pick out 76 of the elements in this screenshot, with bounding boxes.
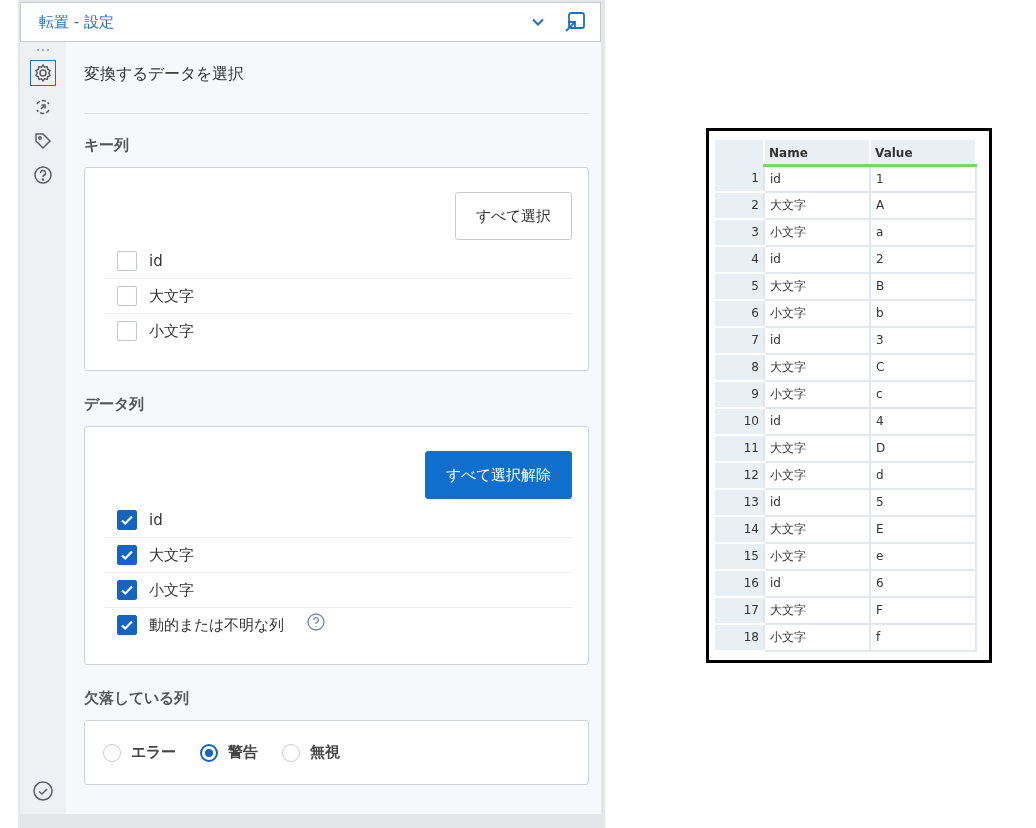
check-circle-icon: [32, 780, 54, 802]
table-cell: a: [870, 218, 976, 246]
checkmark-icon: [120, 618, 134, 632]
table-cell: 大文字: [764, 596, 870, 624]
group-title: 欠落している列: [84, 689, 190, 708]
group-title: データ列: [84, 395, 145, 414]
table-cell: 3: [870, 326, 976, 354]
option-label: 動的または不明な列: [149, 615, 284, 635]
table-cell: 大文字: [764, 272, 870, 300]
table-cell: 小文字: [764, 299, 870, 327]
window-title: 転置 - 設定: [39, 12, 115, 32]
radio-label: 警告: [228, 743, 258, 762]
checkbox[interactable]: [117, 545, 137, 565]
option-label: id: [149, 511, 163, 529]
table-cell: 小文字: [764, 542, 870, 570]
table-cell: id: [764, 488, 870, 516]
table-cell: d: [870, 461, 976, 489]
table-cell: id: [764, 326, 870, 354]
column-header: Value: [870, 140, 976, 166]
checkbox[interactable]: [117, 580, 137, 600]
undock-icon[interactable]: [564, 11, 586, 33]
deselect-all-button[interactable]: すべて選択解除: [425, 451, 572, 499]
table-cell: f: [870, 623, 976, 651]
circle-arrow-icon: [33, 97, 53, 117]
table-cell: E: [870, 515, 976, 543]
help-icon: [33, 165, 53, 185]
table-cell: id: [764, 569, 870, 597]
table-cell: 大文字: [764, 191, 870, 219]
radio-label: 無視: [310, 743, 340, 762]
select-all-button[interactable]: すべて選択: [455, 192, 572, 240]
option-label: 小文字: [149, 321, 194, 341]
table-cell: e: [870, 542, 976, 570]
column-header: Name: [764, 140, 870, 166]
table-cell: id: [764, 245, 870, 273]
checkbox[interactable]: [117, 251, 137, 271]
table-cell: 小文字: [764, 218, 870, 246]
section-heading: 変換するデータを選択: [84, 64, 245, 85]
checkbox[interactable]: [117, 286, 137, 306]
table-cell: 大文字: [764, 353, 870, 381]
checkbox[interactable]: [117, 510, 137, 530]
table-cell: 1: [870, 165, 976, 192]
checkmark-icon: [120, 583, 134, 597]
option-label: 大文字: [149, 545, 194, 565]
option-label: id: [149, 252, 163, 270]
table-cell: B: [870, 272, 976, 300]
table-cell: F: [870, 596, 976, 624]
table-cell: id: [764, 165, 870, 192]
table-cell: 大文字: [764, 515, 870, 543]
table-cell: 小文字: [764, 380, 870, 408]
option-label: 大文字: [149, 286, 194, 306]
table-cell: D: [870, 434, 976, 462]
checkbox[interactable]: [117, 321, 137, 341]
table-cell: 4: [870, 407, 976, 435]
checkmark-icon: [120, 548, 134, 562]
table-cell: A: [870, 191, 976, 219]
option-label: 小文字: [149, 580, 194, 600]
checkmark-icon: [120, 513, 134, 527]
table-cell: 小文字: [764, 461, 870, 489]
radio-button[interactable]: [200, 743, 218, 762]
table-cell: 小文字: [764, 623, 870, 651]
help-icon[interactable]: [306, 612, 326, 632]
table-cell: 5: [870, 488, 976, 516]
group-title: キー列: [84, 136, 130, 155]
table-cell: b: [870, 299, 976, 327]
gear-icon: [33, 63, 53, 83]
table-cell: 2: [870, 245, 976, 273]
table-cell: id: [764, 407, 870, 435]
sidebar-item[interactable]: [30, 60, 56, 86]
table-cell: c: [870, 380, 976, 408]
checkbox[interactable]: [117, 615, 137, 635]
drag-handle-icon[interactable]: [35, 48, 51, 52]
radio-label: エラー: [131, 743, 176, 762]
table-cell: C: [870, 353, 976, 381]
table-cell: 6: [870, 569, 976, 597]
table-cell: 大文字: [764, 434, 870, 462]
tag-icon: [33, 131, 53, 151]
